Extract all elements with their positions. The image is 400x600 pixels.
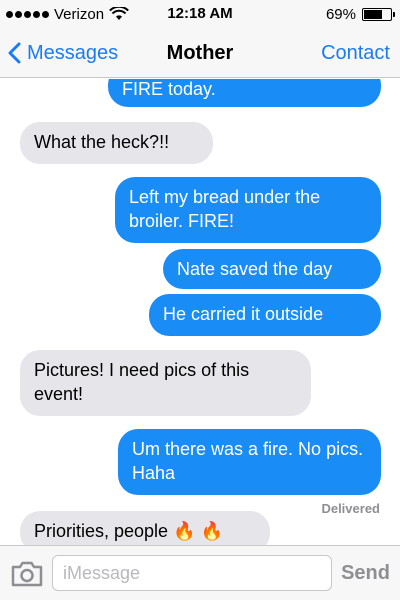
message-bubble-sent[interactable]: Um there was a fire. No pics. Haha — [118, 429, 381, 495]
message-text: FIRE today. — [122, 79, 216, 99]
camera-icon[interactable] — [10, 560, 44, 588]
message-bubble-received[interactable]: Pictures! I need pics of this event! — [20, 350, 311, 416]
message-text: Priorities, people 🔥 🔥 — [34, 521, 223, 541]
message-bubble-sent[interactable]: Left my bread under the broiler. FIRE! — [115, 177, 381, 243]
send-button[interactable]: Send — [341, 546, 390, 600]
message-input[interactable] — [52, 555, 332, 591]
battery-percent: 69% — [325, 5, 356, 23]
message-text: He carried it outside — [163, 304, 324, 324]
status-bar: Verizon 12:18 AM 69% — [0, 0, 400, 28]
nav-bar: Messages Mother Contact — [0, 28, 400, 78]
message-bubble-sent[interactable]: He carried it outside — [149, 294, 381, 336]
message-bubble-sent[interactable]: Nate saved the day — [163, 249, 381, 289]
message-bubble-received[interactable]: Priorities, people 🔥 🔥 — [20, 511, 270, 545]
message-text: Pictures! I need pics of this event! — [34, 360, 250, 404]
message-text: Um there was a fire. No pics. Haha — [132, 439, 364, 483]
battery-fill — [364, 9, 382, 19]
conversation-thread[interactable]: FIRE today. What the heck?!! Left my bre… — [0, 79, 400, 545]
message-bubble-received[interactable]: What the heck?!! — [20, 122, 213, 164]
delivered-status: Delivered — [321, 501, 380, 516]
input-bar: Send — [0, 545, 400, 600]
message-bubble-sent[interactable]: FIRE today. — [108, 79, 381, 107]
status-bar-right: 69% — [325, 0, 395, 28]
message-text: Nate saved the day — [177, 259, 333, 279]
message-text: Left my bread under the broiler. FIRE! — [129, 187, 321, 231]
contact-button[interactable]: Contact — [321, 28, 390, 78]
battery-icon — [362, 7, 395, 21]
message-text: What the heck?!! — [34, 132, 170, 152]
